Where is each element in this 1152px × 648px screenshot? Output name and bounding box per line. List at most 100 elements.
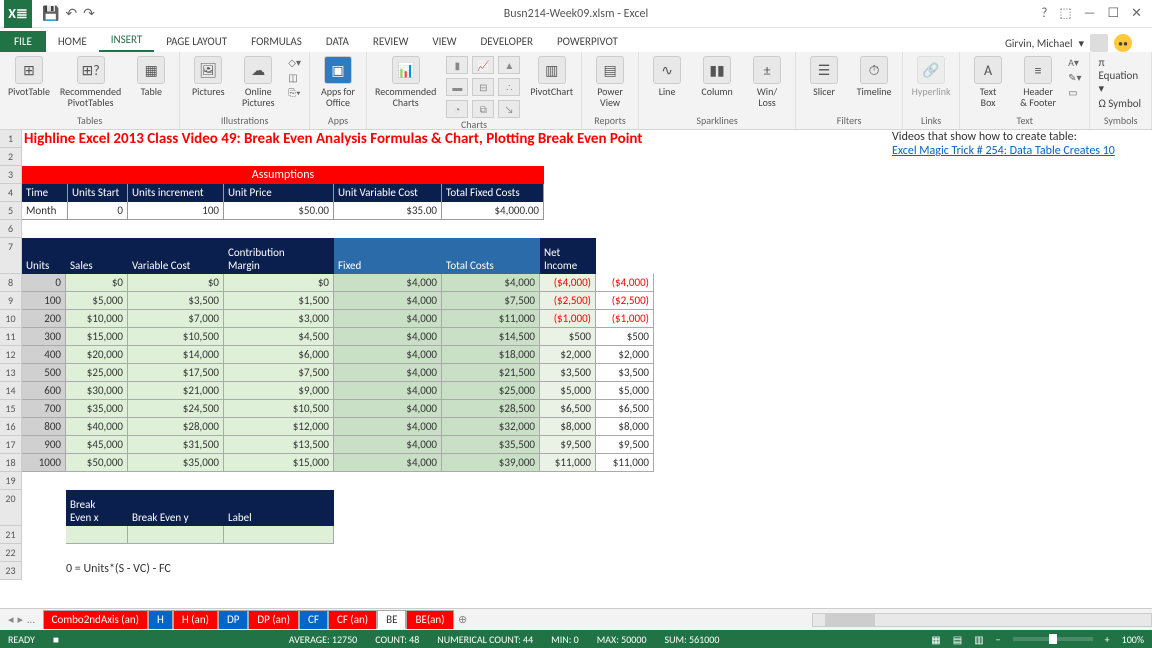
worksheet-grid[interactable]: 1234567891011121314151617181920212223 Hi… xyxy=(0,130,1152,630)
sheet-tab[interactable]: DP (an) xyxy=(248,610,299,629)
table-row[interactable]: 500$25,000$17,500$7,500$4,000$21,500$3,5… xyxy=(22,364,654,382)
user-name[interactable]: Girvin, Michael xyxy=(1005,37,1073,50)
cell-time[interactable]: Month xyxy=(22,202,68,220)
table-row[interactable]: 900$45,000$31,500$13,500$4,000$35,500$9,… xyxy=(22,436,654,454)
row-header[interactable]: 12 xyxy=(0,346,22,364)
pictures-button[interactable]: 🖼Pictures xyxy=(188,56,228,97)
slicer-button[interactable]: ☰Slicer xyxy=(804,56,844,97)
table-row[interactable]: 600$30,000$21,000$9,000$4,000$25,000$5,0… xyxy=(22,382,654,400)
hyperlink-button[interactable]: 🔗Hyperlink xyxy=(911,56,951,97)
shapes-icon[interactable]: ◇▾ xyxy=(288,56,301,69)
horizontal-scrollbar[interactable] xyxy=(812,613,1152,627)
recommended-charts-button[interactable]: 📊Recommended Charts xyxy=(375,56,436,108)
symbol-button[interactable]: Ω Symbol xyxy=(1098,97,1143,110)
row-header[interactable]: 1 xyxy=(0,130,22,148)
power-view-button[interactable]: ▤Power View xyxy=(590,56,630,108)
row-header[interactable]: 16 xyxy=(0,418,22,436)
row-header[interactable]: 20 xyxy=(0,490,22,526)
signature-icon[interactable]: ✎▾ xyxy=(1068,71,1081,84)
cell-uvc[interactable]: $35.00 xyxy=(334,202,442,220)
sheet-tab[interactable]: Combo2ndAxis (an) xyxy=(43,610,148,629)
close-icon[interactable]: ✕ xyxy=(1131,6,1142,21)
sheet-tab[interactable]: BE(an) xyxy=(406,610,453,629)
view-break-icon[interactable]: ▥ xyxy=(974,633,983,646)
object-icon[interactable]: ▭ xyxy=(1068,86,1081,99)
table-row[interactable]: 200$10,000$7,000$3,000$4,000$11,000($1,0… xyxy=(22,310,654,328)
sparkline-winloss-button[interactable]: ±Win/ Loss xyxy=(747,56,787,108)
table-row[interactable]: 0$0$0$0$4,000$4,000($4,000)($4,000) xyxy=(22,274,654,292)
save-icon[interactable]: 💾 xyxy=(42,5,59,22)
ribbon-display-icon[interactable]: ⬚ xyxy=(1059,6,1071,21)
screenshot-icon[interactable]: ⎘▾ xyxy=(288,86,301,99)
tab-insert[interactable]: INSERT xyxy=(99,29,155,52)
be-label-cell[interactable] xyxy=(224,526,334,544)
row-header[interactable]: 4 xyxy=(0,184,22,202)
timeline-button[interactable]: ⏱Timeline xyxy=(854,56,894,97)
tab-data[interactable]: DATA xyxy=(314,31,361,52)
undo-icon[interactable]: ↶ xyxy=(65,5,77,22)
smile-icon[interactable]: •• xyxy=(1114,34,1132,52)
pivotchart-button[interactable]: ▥PivotChart xyxy=(530,56,573,97)
row-header[interactable]: 10 xyxy=(0,310,22,328)
zoom-level[interactable]: 100% xyxy=(1122,633,1144,646)
cell-ustart[interactable]: 0 xyxy=(68,202,128,220)
sheet-nav-more-icon[interactable]: … xyxy=(27,613,35,626)
cell-uinc[interactable]: 100 xyxy=(128,202,224,220)
minimize-icon[interactable]: — xyxy=(1084,6,1096,21)
zoom-out-icon[interactable]: − xyxy=(996,633,1001,646)
row-header[interactable]: 18 xyxy=(0,454,22,472)
sheet-nav-first-icon[interactable]: ◂ xyxy=(8,613,14,626)
avatar[interactable] xyxy=(1090,34,1108,52)
smartart-icon[interactable]: ◫ xyxy=(288,71,301,84)
row-header[interactable]: 3 xyxy=(0,166,22,184)
row-header[interactable]: 23 xyxy=(0,562,22,580)
sheet-tab[interactable]: CF (an) xyxy=(328,610,377,629)
row-header[interactable]: 6 xyxy=(0,220,22,238)
equation-button[interactable]: π Equation ▾ xyxy=(1098,56,1143,95)
wordart-icon[interactable]: A▾ xyxy=(1068,56,1081,69)
be-x-cell[interactable] xyxy=(66,526,128,544)
maximize-icon[interactable]: ☐ xyxy=(1107,6,1119,21)
row-header[interactable]: 22 xyxy=(0,544,22,562)
sheet-tab[interactable]: DP xyxy=(218,610,248,629)
help-icon[interactable]: ? xyxy=(1041,6,1047,21)
cell-tfc[interactable]: $4,000.00 xyxy=(442,202,544,220)
assumptions-table[interactable]: Assumptions Time Units Start Units incre… xyxy=(22,166,544,220)
tab-developer[interactable]: DEVELOPER xyxy=(469,31,545,52)
add-sheet-icon[interactable]: ⊕ xyxy=(454,613,472,626)
sheet-tab[interactable]: H xyxy=(148,610,173,629)
table-row[interactable]: 100$5,000$3,500$1,500$4,000$7,500($2,500… xyxy=(22,292,654,310)
view-normal-icon[interactable]: ▦ xyxy=(931,633,940,646)
file-tab[interactable]: FILE xyxy=(0,31,46,52)
sheet-title[interactable]: Highline Excel 2013 Class Video 49: Brea… xyxy=(22,130,643,148)
zoom-slider[interactable] xyxy=(1013,637,1093,641)
tab-review[interactable]: REVIEW xyxy=(361,31,421,52)
row-header[interactable]: 21 xyxy=(0,526,22,544)
view-page-icon[interactable]: ▤ xyxy=(953,633,962,646)
pivottable-button[interactable]: ⊞PivotTable xyxy=(8,56,50,97)
recommended-pivottables-button[interactable]: ⊞?Recommended PivotTables xyxy=(60,56,121,108)
status-macro-icon[interactable]: ■ xyxy=(53,633,59,646)
tab-page-layout[interactable]: PAGE LAYOUT xyxy=(154,31,239,52)
sparkline-column-button[interactable]: ▮▮Column xyxy=(697,56,737,97)
row-header[interactable]: 2 xyxy=(0,148,22,166)
redo-icon[interactable]: ↷ xyxy=(83,5,95,22)
right-link[interactable]: Excel Magic Trick # 254: Data Table Crea… xyxy=(892,144,1115,158)
row-header[interactable]: 19 xyxy=(0,472,22,490)
main-table[interactable]: Units Sales Variable Cost Contribution M… xyxy=(22,238,654,472)
row-header[interactable]: 7 xyxy=(0,238,22,274)
row-header[interactable]: 11 xyxy=(0,328,22,346)
tab-home[interactable]: HOME xyxy=(46,31,99,52)
row-header[interactable]: 17 xyxy=(0,436,22,454)
row-header[interactable]: 14 xyxy=(0,382,22,400)
table-row[interactable]: 800$40,000$28,000$12,000$4,000$32,000$8,… xyxy=(22,418,654,436)
sparkline-line-button[interactable]: ∿Line xyxy=(647,56,687,97)
row-header[interactable]: 8 xyxy=(0,274,22,292)
tab-formulas[interactable]: FORMULAS xyxy=(239,31,314,52)
formula-text[interactable]: 0 = Units*(S - VC) - FC xyxy=(66,562,171,576)
right-text[interactable]: Videos that show how to create table: xyxy=(892,130,1115,144)
sheet-tab[interactable]: CF xyxy=(299,610,328,629)
be-y-cell[interactable] xyxy=(128,526,224,544)
sheet-tab[interactable]: H (an) xyxy=(173,610,218,629)
sheet-tab[interactable]: BE xyxy=(377,610,406,629)
